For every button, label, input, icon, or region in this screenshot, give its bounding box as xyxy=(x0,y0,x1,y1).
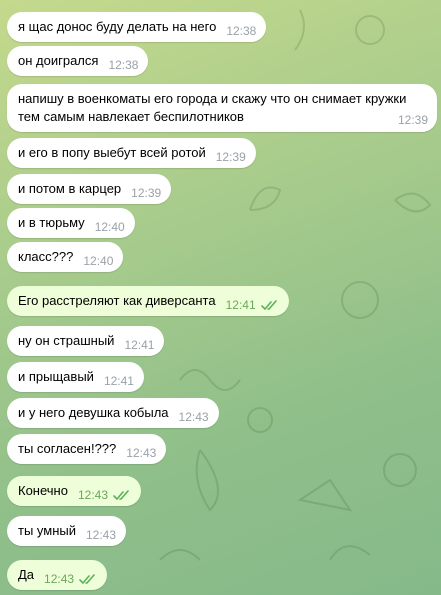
message-time: 12:40 xyxy=(94,220,125,234)
message-text: Его расстреляют как диверсанта xyxy=(18,293,216,308)
message-time: 12:41 xyxy=(124,338,155,352)
incoming-message[interactable]: класс??? 12:40 xyxy=(7,242,124,272)
message-text: и его в попу выебут всей ротой xyxy=(18,145,206,160)
message-time: 12:41 xyxy=(103,374,134,388)
message-text: ну он страшный xyxy=(18,333,115,348)
message-list[interactable]: я щас донос буду делать на него 12:38 он д… xyxy=(0,0,441,595)
double-check-icon xyxy=(260,300,277,310)
incoming-message[interactable]: и прыщавый 12:41 xyxy=(7,362,144,392)
incoming-message[interactable]: я щас донос буду делать на него 12:38 xyxy=(7,12,267,42)
incoming-message[interactable]: ну он страшный 12:41 xyxy=(7,326,165,356)
message-time: 12:43 xyxy=(126,446,157,460)
message-text: напишу в военкоматы его города и скажу ч… xyxy=(18,91,407,124)
message-time: 12:43 xyxy=(44,572,75,586)
message-text: и у него девушка кобыла xyxy=(18,405,169,420)
double-check-icon xyxy=(113,490,129,500)
message-time: 12:39 xyxy=(215,150,246,164)
incoming-message[interactable]: и его в попу выебут всей ротой 12:39 xyxy=(7,138,256,168)
message-text: Конечно xyxy=(18,483,68,498)
message-time: 12:43 xyxy=(178,410,209,424)
message-time: 12:41 xyxy=(225,298,256,312)
message-text: ты согласен!??? xyxy=(18,441,117,456)
message-time: 12:43 xyxy=(86,528,117,542)
incoming-message[interactable]: ты согласен!??? 12:43 xyxy=(7,434,167,464)
double-check-icon xyxy=(79,574,95,584)
outgoing-message[interactable]: Да 12:43 xyxy=(7,560,108,590)
incoming-message[interactable]: ты умный 12:43 xyxy=(7,516,127,546)
message-time: 12:39 xyxy=(131,186,162,200)
message-text: и потом в карцер xyxy=(18,181,122,196)
message-time: 12:38 xyxy=(108,58,139,72)
incoming-message[interactable]: и у него девушка кобыла 12:43 xyxy=(7,398,219,428)
outgoing-message[interactable]: Его расстреляют как диверсанта 12:41 xyxy=(7,286,289,316)
message-text: я щас донос буду делать на него xyxy=(18,19,217,34)
incoming-message[interactable]: он доигрался 12:38 xyxy=(7,46,149,76)
incoming-message[interactable]: и потом в карцер 12:39 xyxy=(7,174,172,204)
message-text: Да xyxy=(18,567,35,582)
message-time: 12:43 xyxy=(77,488,108,502)
message-text: и прыщавый xyxy=(18,369,94,384)
outgoing-message[interactable]: Конечно 12:43 xyxy=(7,476,141,506)
incoming-message[interactable]: и в тюрьму 12:40 xyxy=(7,208,135,238)
message-time: 12:38 xyxy=(226,24,257,38)
message-text: класс??? xyxy=(18,249,74,264)
message-text: ты умный xyxy=(18,523,76,538)
message-text: он доигрался xyxy=(18,53,99,68)
message-time: 12:39 xyxy=(397,113,428,127)
incoming-message[interactable]: напишу в военкоматы его города и скажу ч… xyxy=(7,84,437,132)
message-text: и в тюрьму xyxy=(18,215,85,230)
message-time: 12:40 xyxy=(83,254,114,268)
